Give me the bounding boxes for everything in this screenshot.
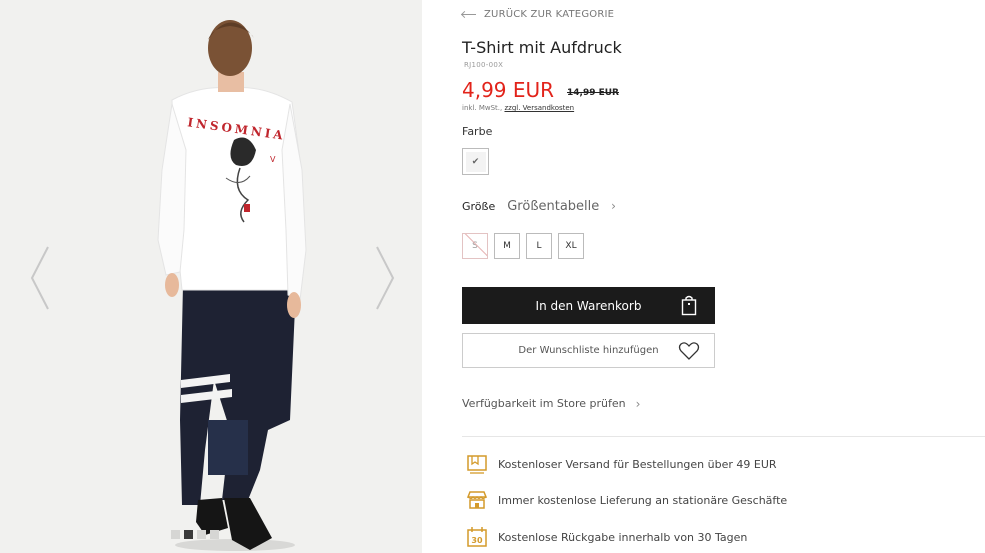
size-label: Größe — [462, 200, 496, 213]
store-availability-link[interactable]: Verfügbarkeit im Store prüfen › — [462, 397, 640, 411]
chevron-left-icon — [30, 246, 49, 310]
shopping-bag-icon — [681, 295, 697, 316]
store-availability-label: Verfügbarkeit im Store prüfen — [462, 397, 626, 410]
product-info-panel: ZURÜCK ZUR KATEGORIE T-Shirt mit Aufdruc… — [462, 0, 985, 553]
size-selector: S M L XL — [462, 233, 584, 259]
size-option-s[interactable]: S — [462, 233, 488, 259]
add-to-wishlist-button[interactable]: Der Wunschliste hinzufügen — [462, 333, 715, 368]
tax-info: inkl. MwSt., zzgl. Versandkosten — [462, 104, 574, 112]
benefit-free-shipping: Kostenloser Versand für Bestellungen übe… — [466, 454, 777, 474]
size-table-link[interactable]: Größentabelle › — [507, 199, 616, 214]
divider — [462, 436, 985, 437]
back-to-category-link[interactable]: ZURÜCK ZUR KATEGORIE — [462, 9, 614, 20]
calendar-30-icon: 30 — [467, 527, 487, 547]
size-option-xl[interactable]: XL — [558, 233, 584, 259]
tax-text: inkl. MwSt., — [462, 104, 505, 112]
color-swatch-selected[interactable]: ✔ — [462, 148, 489, 175]
heart-icon — [678, 342, 700, 360]
gallery-dot[interactable] — [171, 530, 180, 539]
product-image-gallery[interactable]: INSOMNIA V — [0, 0, 422, 553]
current-price: 4,99 EUR — [462, 78, 555, 102]
color-label: Farbe — [462, 125, 493, 138]
old-price: 14,99 EUR — [567, 88, 619, 98]
size-table-label: Größentabelle — [507, 199, 600, 214]
shipping-costs-link[interactable]: zzgl. Versandkosten — [504, 104, 574, 112]
size-option-m[interactable]: M — [494, 233, 520, 259]
benefit-text: Kostenloser Versand für Bestellungen übe… — [498, 457, 777, 471]
chevron-right-icon: › — [635, 397, 641, 411]
gallery-next-arrow[interactable] — [373, 245, 397, 311]
chevron-right-icon — [376, 246, 395, 310]
check-icon: ✔ — [465, 151, 486, 172]
product-photo: INSOMNIA V — [157, 20, 307, 551]
benefit-store-delivery: Immer kostenlose Lieferung an stationäre… — [466, 490, 787, 510]
svg-text:30: 30 — [471, 536, 483, 545]
size-option-l[interactable]: L — [526, 233, 552, 259]
add-to-cart-button[interactable]: In den Warenkorb — [462, 287, 715, 324]
arrow-left-icon — [462, 14, 476, 15]
benefit-text: Kostenlose Rückgabe innerhalb von 30 Tag… — [498, 530, 748, 544]
truck-icon — [467, 455, 487, 474]
gallery-dot-active[interactable] — [184, 530, 193, 539]
product-title: T-Shirt mit Aufdruck — [462, 38, 622, 57]
chevron-right-icon: › — [603, 199, 616, 213]
add-to-cart-label: In den Warenkorb — [535, 298, 642, 313]
add-to-wishlist-label: Der Wunschliste hinzufügen — [518, 345, 659, 356]
gallery-prev-arrow[interactable] — [28, 245, 52, 311]
gallery-dot[interactable] — [210, 530, 219, 539]
gallery-dot[interactable] — [197, 530, 206, 539]
size-header: Größe Größentabelle › — [462, 199, 616, 214]
benefit-free-returns: 30 Kostenlose Rückgabe innerhalb von 30 … — [466, 526, 747, 548]
svg-text:V: V — [270, 155, 276, 164]
store-icon — [466, 491, 488, 509]
gallery-dots — [171, 530, 219, 539]
back-to-category-label: ZURÜCK ZUR KATEGORIE — [484, 9, 615, 20]
product-sku: RJ100-00X — [464, 61, 504, 69]
benefit-text: Immer kostenlose Lieferung an stationäre… — [498, 493, 788, 507]
